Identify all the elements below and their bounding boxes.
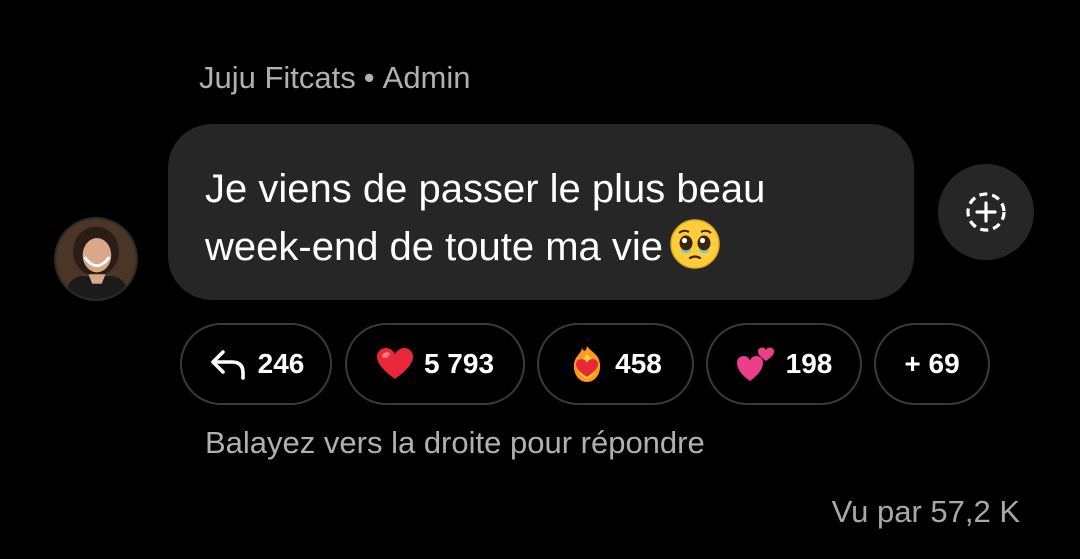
reaction-chip-heart-on-fire[interactable]: 458 [537, 323, 694, 405]
sender-role: Admin [382, 60, 471, 95]
reply-count: 246 [257, 348, 305, 379]
sender-line: Juju Fitcats • Admin [199, 60, 471, 96]
sender-name: Juju Fitcats [199, 60, 356, 95]
avatar[interactable] [54, 217, 138, 301]
red-heart-icon [376, 348, 413, 379]
more-reactions-count: + 69 [904, 348, 960, 379]
more-reactions-chip[interactable]: + 69 [874, 323, 990, 405]
message-bubble[interactable]: Je viens de passer le plus beau week-end… [168, 124, 914, 300]
reply-arrow-icon [210, 350, 245, 380]
add-reaction-button[interactable] [938, 164, 1034, 260]
two-hearts-icon [736, 347, 774, 381]
avatar-portrait-icon [56, 219, 136, 299]
reaction-chip-two-hearts[interactable]: 198 [706, 323, 862, 405]
swipe-reply-hint: Balayez vers la droite pour répondre [205, 425, 705, 460]
message-text-line-1: Je viens de passer le plus beau [205, 167, 766, 211]
red-heart-count: 5 793 [423, 348, 495, 379]
reaction-chip-red-heart[interactable]: 5 793 [345, 323, 525, 405]
message-text-line-2: week-end de toute ma vie [205, 218, 876, 276]
reply-chip[interactable]: 246 [180, 323, 332, 405]
seen-by-count[interactable]: Vu par 57,2 K [832, 494, 1020, 530]
add-reaction-icon [966, 192, 1006, 232]
two-hearts-count: 198 [785, 348, 833, 379]
sender-separator: • [363, 60, 375, 95]
heart-on-fire-icon [574, 346, 601, 382]
message-text-line-2-text: week-end de toute ma vie [205, 225, 664, 269]
pleading-face-icon [670, 219, 720, 269]
heart-on-fire-count: 458 [615, 348, 662, 379]
